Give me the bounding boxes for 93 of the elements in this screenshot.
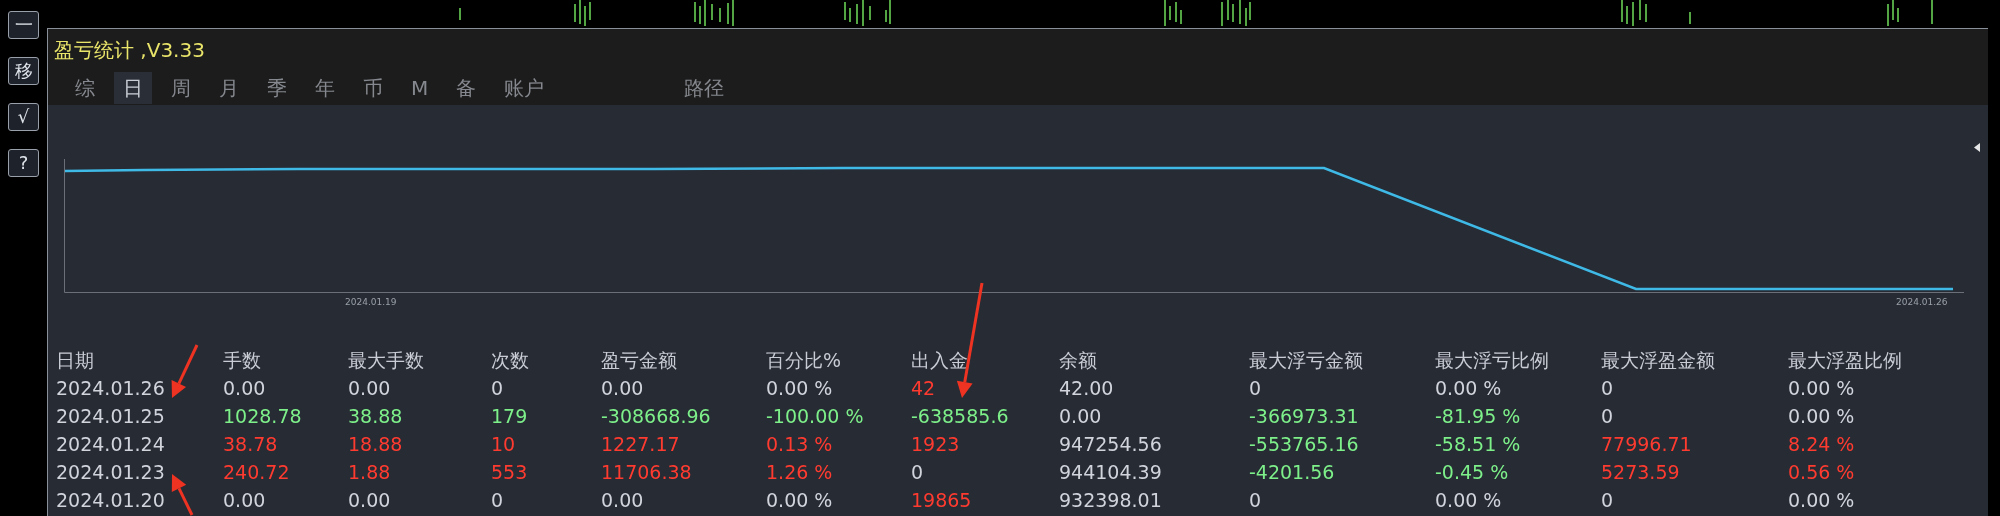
table-cell-text: 0.00 % — [766, 488, 833, 513]
table-cell-text: 0 — [1601, 376, 1614, 401]
table-cell-text: -0.45 % — [1435, 460, 1509, 485]
tab[interactable]: 周 — [162, 72, 200, 104]
column-header: 余额 — [1059, 348, 1097, 373]
table-cell-text: 2024.01.26 — [56, 376, 165, 401]
tab[interactable]: 币 — [354, 72, 392, 104]
table-cell-text: 19865 — [911, 488, 972, 513]
table-cell-text: 0.00 — [601, 376, 644, 401]
annotation-arrow — [171, 474, 194, 516]
table-cell-text: 1028.78 — [223, 404, 302, 429]
table-cell-text: 38.88 — [348, 404, 403, 429]
side-button[interactable]: ? — [8, 149, 39, 177]
table-cell-text: 8.24 % — [1788, 432, 1855, 457]
side-button[interactable]: √ — [8, 103, 39, 131]
path-tab[interactable]: 路径 — [675, 72, 734, 104]
table-cell-text: 0 — [491, 376, 504, 401]
table-cell-text: 932398.01 — [1059, 488, 1162, 513]
table-cell-text: 0.00 — [348, 376, 391, 401]
table-cell-text: 0 — [1249, 376, 1262, 401]
table-cell-text: 2024.01.20 — [56, 488, 165, 513]
table-cell-text: 1.88 — [348, 460, 391, 485]
table-cell-text: 0 — [911, 460, 924, 485]
tab[interactable]: 年 — [306, 72, 344, 104]
table-cell-text: -553765.16 — [1249, 432, 1359, 457]
tab[interactable]: 月 — [210, 72, 248, 104]
side-button[interactable]: 一 — [8, 11, 39, 39]
window-title: 盈亏统计 ,V3.33 — [54, 37, 205, 64]
table-cell-text: 38.78 — [223, 432, 278, 457]
column-header: 手数 — [223, 348, 261, 373]
table-cell-text: -308668.96 — [601, 404, 711, 429]
column-header: 最大手数 — [348, 348, 424, 373]
collapse-icon[interactable] — [1974, 143, 1980, 152]
table-cell-text: 179 — [491, 404, 528, 429]
table-cell-text: 42 — [911, 376, 936, 401]
tab[interactable]: M — [402, 72, 438, 104]
table-cell-text: 0.00 — [348, 488, 391, 513]
x-axis-label: 2024.01.26 — [1896, 296, 1948, 309]
table-cell-text: 42.00 — [1059, 376, 1114, 401]
table-cell-text: 947254.56 — [1059, 432, 1162, 457]
column-header: 最大浮盈金额 — [1601, 348, 1715, 373]
column-header: 日期 — [56, 348, 94, 373]
table-cell-text: 1.26 % — [766, 460, 833, 485]
table-cell-text: 0.00 % — [1788, 404, 1855, 429]
tab[interactable]: 季 — [258, 72, 296, 104]
table-cell-text: -366973.31 — [1249, 404, 1359, 429]
column-header: 出入金 — [911, 348, 968, 373]
table-cell-text: 0.00 % — [1435, 376, 1502, 401]
table-cell-text: -4201.56 — [1249, 460, 1335, 485]
table-cell-text: 1227.17 — [601, 432, 680, 457]
table-cell-text: 0 — [1601, 404, 1614, 429]
table-cell-text: 0.13 % — [766, 432, 833, 457]
table-cell-text: -81.95 % — [1435, 404, 1521, 429]
column-header: 百分比% — [766, 348, 842, 373]
table-cell-text: 240.72 — [223, 460, 290, 485]
table-cell-text: 0.00 % — [766, 376, 833, 401]
annotation-arrow — [171, 344, 199, 398]
table-cell-text: 5273.59 — [1601, 460, 1680, 485]
table-cell-text: 10 — [491, 432, 516, 457]
table-cell-text: 0.00 % — [1435, 488, 1502, 513]
table-cell-text: 77996.71 — [1601, 432, 1692, 457]
column-header: 最大浮亏比例 — [1435, 348, 1549, 373]
tab[interactable]: 日 — [114, 72, 152, 104]
tab[interactable]: 综 — [66, 72, 104, 104]
table-cell-text: 0 — [1601, 488, 1614, 513]
table-cell-text: 0.00 — [601, 488, 644, 513]
table-cell-text: -100.00 % — [766, 404, 864, 429]
column-header: 最大浮亏金额 — [1249, 348, 1363, 373]
table-cell-text: -638585.6 — [911, 404, 1009, 429]
side-button[interactable]: 移 — [8, 57, 39, 85]
tab[interactable]: 账户 — [495, 72, 554, 104]
column-header: 次数 — [491, 348, 529, 373]
table-cell-text: 0.56 % — [1788, 460, 1855, 485]
column-header: 盈亏金额 — [601, 348, 677, 373]
table-cell-text: -58.51 % — [1435, 432, 1521, 457]
table-cell-text: 11706.38 — [601, 460, 692, 485]
tab[interactable]: 备 — [447, 72, 486, 104]
table-cell-text: 0.00 — [223, 488, 266, 513]
table-cell-text: 0 — [491, 488, 504, 513]
table-cell-text: 944104.39 — [1059, 460, 1162, 485]
table-cell-text: 0 — [1249, 488, 1262, 513]
table-cell-text: 2024.01.23 — [56, 460, 165, 485]
table-cell-text: 0.00 % — [1788, 376, 1855, 401]
table-cell-text: 553 — [491, 460, 528, 485]
x-axis-label: 2024.01.19 — [345, 296, 397, 309]
column-header: 最大浮盈比例 — [1788, 348, 1902, 373]
table-cell-text: 0.00 — [223, 376, 266, 401]
table-cell-text: 18.88 — [348, 432, 403, 457]
table-cell-text: 1923 — [911, 432, 960, 457]
table-cell-text: 0.00 — [1059, 404, 1102, 429]
table-cell-text: 2024.01.25 — [56, 404, 165, 429]
table-cell-text: 0.00 % — [1788, 488, 1855, 513]
table-cell-text: 2024.01.24 — [56, 432, 165, 457]
